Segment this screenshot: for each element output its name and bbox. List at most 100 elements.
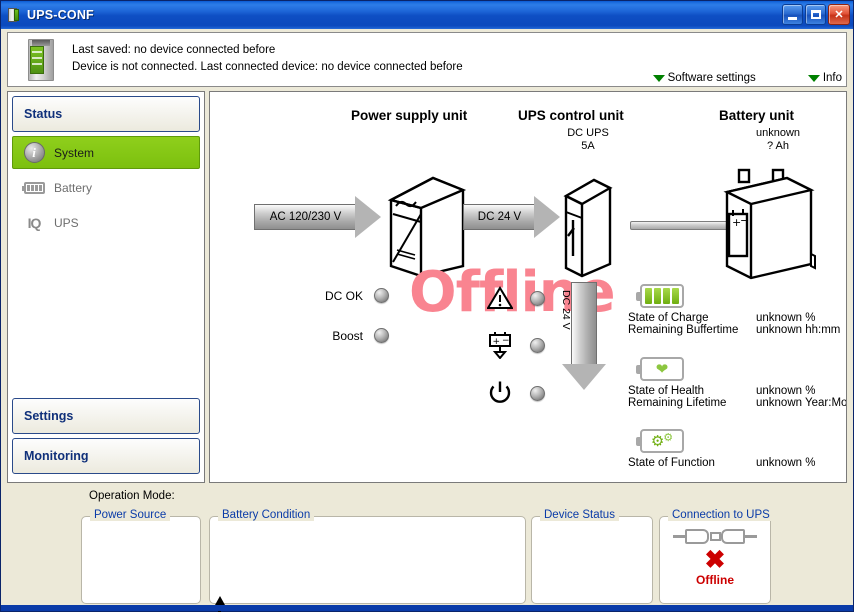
ups-conf-window: UPS-CONF ✕ Last saved: no device connect… [0,0,854,612]
ups-control-subtitle-2: 5A [581,140,595,152]
operation-mode-bar: Operation Mode: [7,487,847,505]
connection-status-label: Offline [696,573,734,587]
svg-text:−: − [740,214,749,227]
state-of-charge-label: State of Charge [628,312,709,324]
remaining-lifetime-label: Remaining Lifetime [628,397,727,409]
dc-ok-label: DC OK [324,288,363,303]
iq-logo-icon: IQ [27,214,42,231]
din-rail-device-photo [22,37,62,83]
battery-unit-subtitle-2: ? Ah [766,140,790,152]
sidebar-status-label: Status [24,107,63,121]
state-of-function-group: ⚙ ⚙ State of Function unknown % [628,429,815,469]
svg-text:+: + [493,337,501,347]
battery-condition-legend: Battery Condition [218,509,315,521]
remaining-buffertime-label: Remaining Buffertime [628,324,739,336]
window-controls: ✕ [782,4,850,25]
battery-health-heart-icon: ❤ [636,357,684,381]
dc-output-arrow-label: DC 24 V [477,211,522,223]
state-of-health-value: unknown % [756,385,816,397]
triangle-down-icon [807,74,820,82]
operation-mode-label: Operation Mode: [89,490,175,502]
state-of-function-value: unknown % [756,457,816,469]
window-title: UPS-CONF [27,8,94,22]
disconnect-x-icon: ✖ [704,546,726,574]
triangle-down-icon [652,74,665,82]
connection-to-ups-panel: Connection to UPS ✖ Offline [659,509,774,604]
sidebar-item-label: System [54,145,95,160]
dc-output-arrow: DC 24 V [463,196,563,238]
power-supply-title: Power supply unit [351,108,468,123]
ups-control-title: UPS control unit [518,108,624,123]
sidebar-item-battery[interactable]: Battery [12,171,200,204]
sidebar-item-label: Battery [54,180,93,195]
ups-control-subtitle-1: DC UPS [567,127,609,139]
ac-input-arrow: AC 120/230 V [254,196,382,238]
remaining-buffertime-value: unknown hh:mm [756,324,841,336]
alarm-indicator-row [487,286,545,310]
sidebar-settings-label: Settings [24,409,74,423]
battery-unit-title: Battery unit [719,108,795,123]
sidebar-section-settings[interactable]: Settings [12,398,200,434]
system-diagram-panel: Power supply unit UPS control unit Batte… [209,91,847,483]
app-device-icon [6,7,22,23]
battery-unit-graphic: + − [723,168,816,280]
ups-indicator-column: + − [487,286,545,406]
boost-status-row: Boost [305,328,389,343]
state-of-charge-group: State of Charge unknown % Remaining Buff… [628,284,840,336]
battery-mode-indicator-row: + − [487,331,545,359]
sidebar-item-label: UPS [54,215,79,230]
alarm-led [530,290,545,306]
sidebar-item-system[interactable]: i System [12,136,200,169]
maximize-button[interactable] [805,4,826,25]
info-label: Info [822,72,842,84]
battery-unit-subtitle-1: unknown [755,127,801,139]
ac-input-arrow-label: AC 120/230 V [269,211,342,223]
battery-mode-led [530,337,545,353]
battery-discharge-icon: + − [489,332,511,359]
connection-to-ups-legend: Connection to UPS [668,509,774,521]
info-circle-icon: i [23,142,45,164]
status-bar [1,605,853,611]
state-of-charge-value: unknown % [756,312,816,324]
warning-triangle-icon [487,286,513,309]
state-of-health-group: ❤ State of Health unknown % Remaining Li… [628,357,847,409]
dc-ok-status-row: DC OK [305,288,389,303]
dc-load-arrow-label: DC 24 V [560,290,572,330]
sidebar-section-status[interactable]: Status [12,96,200,132]
sidebar-item-ups[interactable]: IQ UPS [12,206,200,239]
power-led [530,385,545,401]
close-button[interactable]: ✕ [828,4,850,25]
header-links: Software settings Info [652,72,842,84]
device-status-legend: Device Status [540,509,619,521]
sidebar: Status i System Battery IQ UPS Settings … [7,91,205,483]
dc-ok-led [374,288,389,303]
state-of-health-label: State of Health [628,385,705,397]
info-link[interactable]: Info [807,72,842,84]
sidebar-monitoring-label: Monitoring [24,449,89,463]
power-icon [489,381,511,403]
device-status-panel: Device Status [531,509,653,604]
boost-led [374,328,389,343]
remaining-lifetime-value: unknown Year:Month [756,397,847,409]
minimize-button[interactable] [782,4,803,25]
state-of-function-label: State of Function [628,457,715,469]
battery-condition-panel: Battery Condition [209,509,526,604]
battery-charge-icon [636,284,684,308]
dc-load-arrow: DC 24 V [560,282,606,390]
software-settings-link[interactable]: Software settings [652,72,756,84]
battery-function-gears-icon: ⚙ ⚙ [636,429,684,453]
device-info-header: Last saved: no device connected before D… [7,32,847,87]
battery-icon [21,177,45,199]
title-bar: UPS-CONF ✕ [1,1,853,29]
last-saved-text: Last saved: no device connected before [72,44,276,56]
sidebar-section-monitoring[interactable]: Monitoring [12,438,200,474]
power-source-panel: Power Source [81,509,201,604]
boost-label: Boost [332,328,363,343]
software-settings-label: Software settings [667,72,756,84]
usb-disconnected-icon [673,525,757,547]
connection-state-text: Device is not connected. Last connected … [72,61,463,73]
power-source-legend: Power Source [90,509,171,521]
power-indicator-row [487,380,545,406]
close-icon: ✕ [834,9,844,21]
svg-text:−: − [502,336,510,346]
